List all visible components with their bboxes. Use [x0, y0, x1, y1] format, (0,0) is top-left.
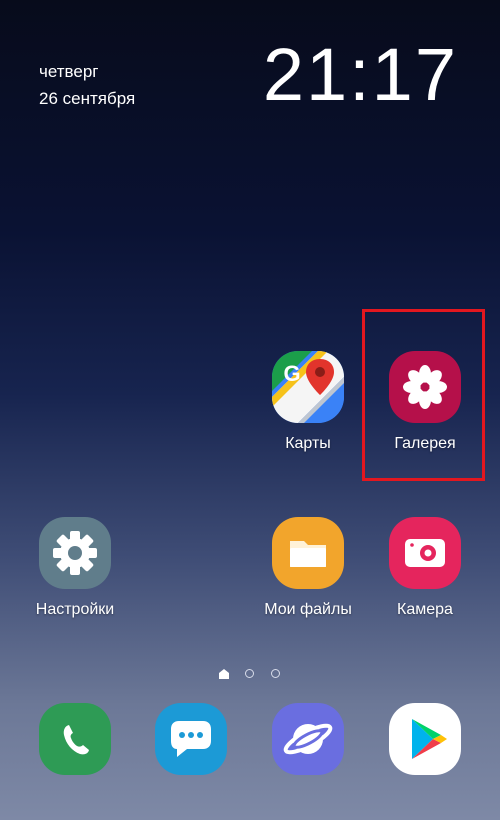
folder-icon: [272, 517, 344, 589]
page-dot[interactable]: [271, 669, 280, 678]
app-maps[interactable]: G Карты: [253, 351, 363, 453]
app-settings[interactable]: Настройки: [20, 517, 130, 619]
day-of-week: четверг: [39, 62, 99, 81]
google-maps-icon: G: [272, 351, 344, 423]
app-label: Карты: [285, 435, 331, 452]
home-page-icon[interactable]: [218, 668, 230, 680]
play-store-icon: [389, 703, 461, 775]
dock-play-store[interactable]: [370, 703, 480, 775]
app-label: Настройки: [35, 601, 115, 618]
app-label: Камера: [397, 601, 453, 618]
camera-icon: [389, 517, 461, 589]
highlight-box: [362, 309, 485, 481]
gear-icon: [39, 517, 111, 589]
app-camera[interactable]: Камера: [370, 517, 480, 619]
planet-icon: [272, 703, 344, 775]
app-label: Мои файлы: [264, 601, 352, 618]
clock[interactable]: 21:17: [263, 38, 458, 112]
date-widget[interactable]: четверг 26 сентября: [39, 58, 135, 112]
page-dot[interactable]: [245, 669, 254, 678]
dock-phone[interactable]: [20, 703, 130, 775]
svg-text:G: G: [283, 361, 300, 386]
phone-icon: [39, 703, 111, 775]
dock-messages[interactable]: [136, 703, 246, 775]
app-my-files[interactable]: Мои файлы: [253, 517, 363, 619]
chat-bubble-icon: [155, 703, 227, 775]
page-indicator: [0, 666, 500, 682]
dock-internet[interactable]: [253, 703, 363, 775]
date-text: 26 сентября: [39, 89, 136, 108]
